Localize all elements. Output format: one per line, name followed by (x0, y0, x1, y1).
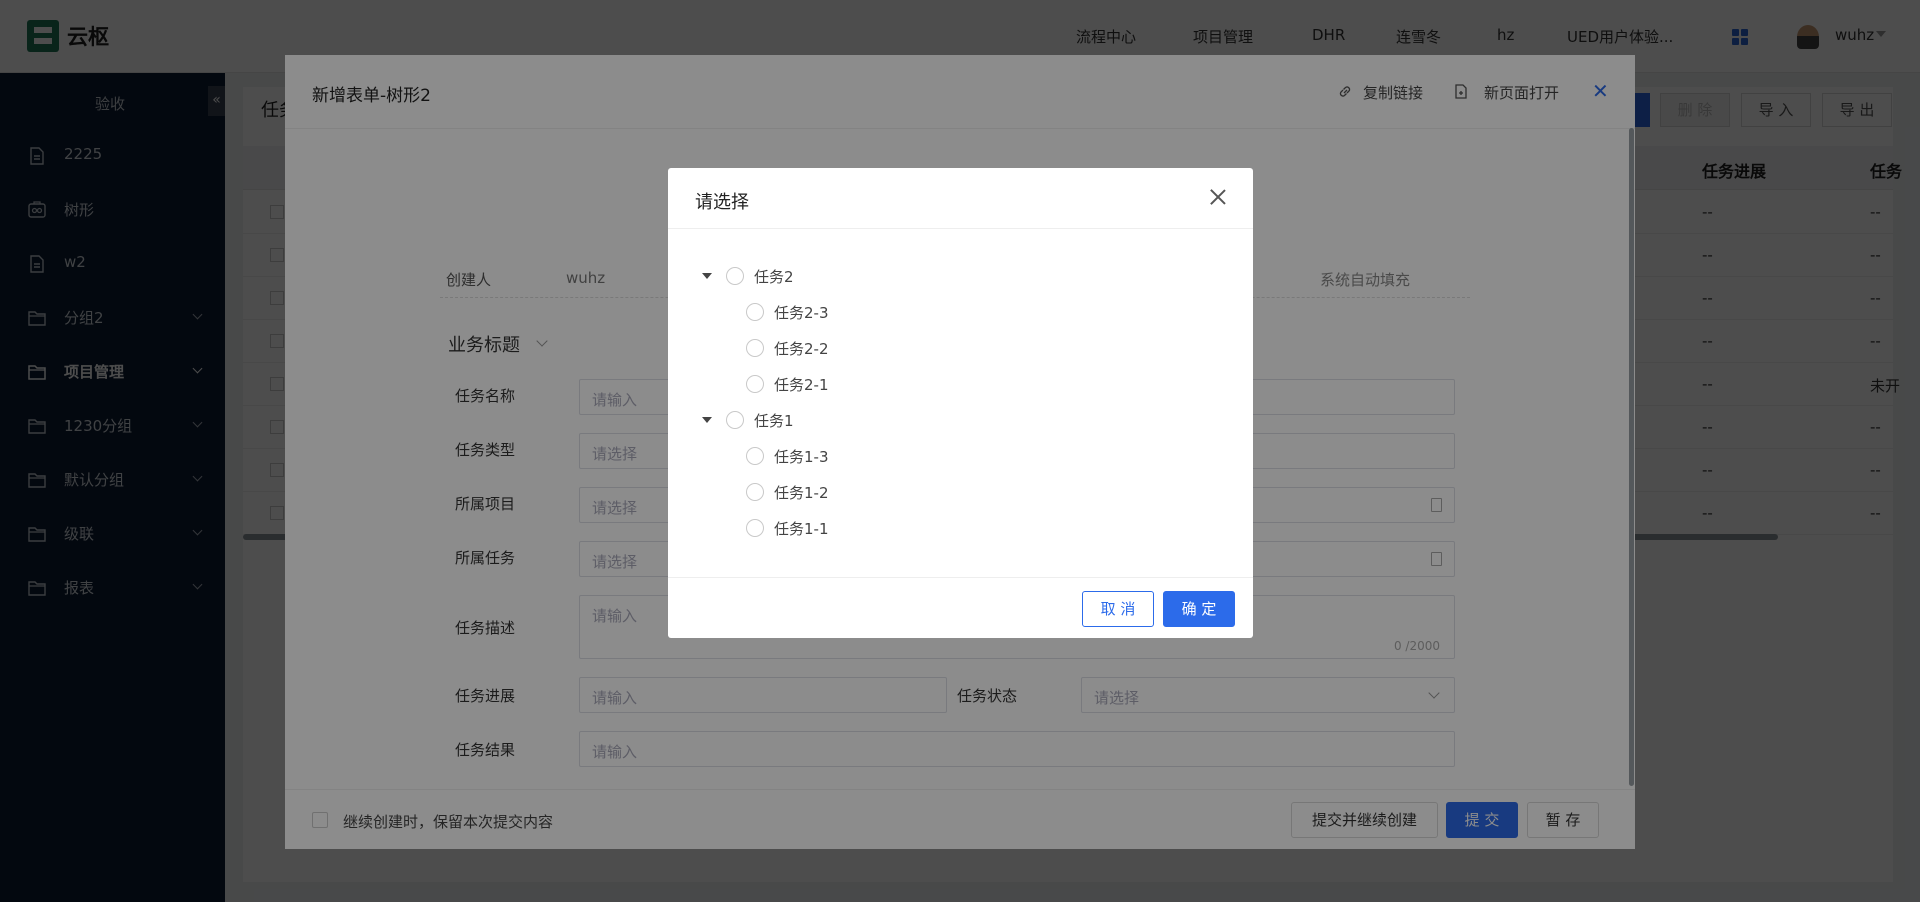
divider (668, 228, 1253, 229)
radio-button[interactable] (746, 483, 764, 501)
tree-node-label: 任务1-2 (774, 484, 829, 502)
radio-button[interactable] (746, 519, 764, 537)
divider (668, 577, 1253, 578)
tree-node-child[interactable]: 任务2-1 (668, 369, 1253, 399)
tree-node-label: 任务2-2 (774, 340, 829, 358)
close-icon[interactable] (1208, 187, 1228, 207)
tree-node[interactable]: 任务2 (668, 261, 1253, 291)
tree-node-label: 任务2 (754, 268, 794, 286)
radio-button[interactable] (726, 267, 744, 285)
cancel-button[interactable]: 取 消 (1082, 591, 1154, 627)
tree-node-child[interactable]: 任务2-2 (668, 333, 1253, 363)
tree-node-label: 任务1-3 (774, 448, 829, 466)
tree-node-label: 任务1 (754, 412, 794, 430)
tree-node-child[interactable]: 任务1-2 (668, 477, 1253, 507)
tree-node-label: 任务2-1 (774, 376, 829, 394)
tree-node[interactable]: 任务1 (668, 405, 1253, 435)
caret-down-icon[interactable] (702, 417, 712, 423)
radio-button[interactable] (746, 375, 764, 393)
modal-title: 请选择 (695, 192, 749, 213)
tree-node-child[interactable]: 任务1-1 (668, 513, 1253, 543)
radio-button[interactable] (746, 303, 764, 321)
tree-node-child[interactable]: 任务2-3 (668, 297, 1253, 327)
tree-node-child[interactable]: 任务1-3 (668, 441, 1253, 471)
radio-button[interactable] (746, 339, 764, 357)
tree-node-label: 任务2-3 (774, 304, 829, 322)
radio-button[interactable] (726, 411, 744, 429)
tree-node-label: 任务1-1 (774, 520, 829, 538)
select-modal: 请选择 任务2 任务2-3 任务2-2 任务2-1 任务1 任务1-3 任务1-2 任务1-1… (668, 168, 1253, 638)
confirm-button[interactable]: 确 定 (1163, 591, 1235, 627)
caret-down-icon[interactable] (702, 273, 712, 279)
radio-button[interactable] (746, 447, 764, 465)
